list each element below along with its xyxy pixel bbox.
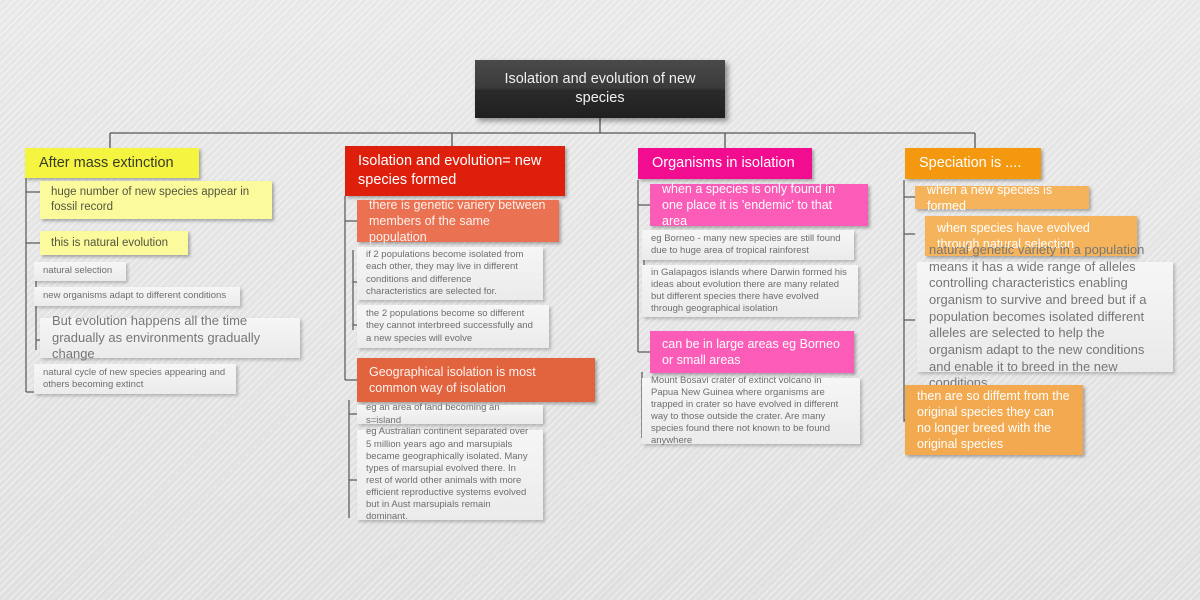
node-natural-genetic-variety[interactable]: natural genetic variety in a population … — [917, 242, 1173, 390]
node-label: eg an area of land becoming an s=island — [366, 402, 500, 426]
node-label: when a species is only found in one plac… — [662, 182, 836, 228]
node-endemic-species[interactable]: when a species is only found in one plac… — [650, 182, 868, 228]
node-label: huge number of new species appear in fos… — [51, 186, 250, 213]
node-galapagos-darwin[interactable]: in Galapagos islands where Darwin formed… — [642, 265, 858, 317]
node-genetic-variery[interactable]: there is genetic variery between members… — [357, 198, 559, 244]
node-cannot-interbreed[interactable]: the 2 populations become so different th… — [357, 305, 549, 348]
node-label: Geographical isolation is most common wa… — [369, 365, 536, 395]
node-evolution-happens-gradually[interactable]: But evolution happens all the time gradu… — [40, 313, 300, 361]
node-natural-cycle-species[interactable]: natural cycle of new species appearing a… — [34, 364, 236, 394]
node-no-longer-breed[interactable]: then are so diffemt from the original sp… — [905, 385, 1083, 455]
node-label: natural cycle of new species appearing a… — [43, 366, 226, 390]
node-label: if 2 populations become isolated from ea… — [366, 249, 524, 297]
node-this-is-natural-evolution[interactable]: this is natural evolution — [40, 231, 188, 255]
branch-head-after-mass-extinction[interactable]: After mass extinction — [25, 148, 199, 178]
node-two-populations-isolated[interactable]: if 2 populations become isolated from ea… — [357, 247, 543, 300]
node-label: when a new species is formed — [927, 182, 1053, 213]
branch-head-isolation-and-evolution[interactable]: Isolation and evolution= new species for… — [345, 146, 565, 196]
root-node-label: Isolation and evolution of new species — [504, 71, 696, 106]
node-australian-continent-marsupials[interactable]: eg Australian continent separated over 5… — [357, 426, 543, 522]
mind-map-canvas: Isolation and evolution of new species A… — [0, 0, 1200, 600]
node-label: natural genetic variety in a population … — [929, 242, 1147, 391]
node-new-organisms-adapt[interactable]: new organisms adapt to different conditi… — [34, 287, 240, 306]
root-node[interactable]: Isolation and evolution of new species — [475, 60, 725, 118]
node-mount-bosavi-crater[interactable]: Mount Bosavi crater of extinct volcano i… — [642, 375, 860, 446]
node-label: then are so diffemt from the original sp… — [917, 389, 1070, 451]
node-geographical-isolation-common[interactable]: Geographical isolation is most common wa… — [357, 358, 595, 402]
branch-head-label: After mass extinction — [39, 154, 174, 171]
branch-head-label: Isolation and evolution= new species for… — [358, 153, 542, 188]
node-label: there is genetic variery between members… — [369, 198, 546, 244]
node-label: new organisms adapt to different conditi… — [43, 290, 227, 302]
node-area-of-land-island[interactable]: eg an area of land becoming an s=island — [357, 402, 543, 426]
node-new-species-formed[interactable]: when a new species is formed — [915, 183, 1089, 213]
node-label: the 2 populations become so different th… — [366, 308, 533, 344]
node-label: in Galapagos islands where Darwin formed… — [651, 266, 847, 315]
node-large-or-small-areas[interactable]: can be in large areas eg Borneo or small… — [650, 331, 854, 373]
branch-head-speciation[interactable]: Speciation is .... — [905, 148, 1041, 179]
node-label: eg Australian continent separated over 5… — [366, 426, 529, 523]
node-natural-selection[interactable]: natural selection — [34, 262, 126, 281]
node-label: this is natural evolution — [51, 236, 168, 249]
node-borneo-rainforest[interactable]: eg Borneo - many new species are still f… — [642, 230, 854, 260]
branch-head-organisms-in-isolation[interactable]: Organisms in isolation — [638, 148, 812, 179]
branch-head-label: Organisms in isolation — [652, 155, 795, 172]
branch-head-label: Speciation is .... — [919, 155, 1022, 172]
node-label: can be in large areas eg Borneo or small… — [662, 337, 840, 367]
node-label: But evolution happens all the time gradu… — [52, 313, 261, 362]
node-label: eg Borneo - many new species are still f… — [651, 232, 841, 256]
node-huge-number-new-species[interactable]: huge number of new species appear in fos… — [40, 181, 272, 219]
node-label: natural selection — [43, 265, 113, 277]
node-label: Mount Bosavi crater of extinct volcano i… — [651, 374, 839, 447]
